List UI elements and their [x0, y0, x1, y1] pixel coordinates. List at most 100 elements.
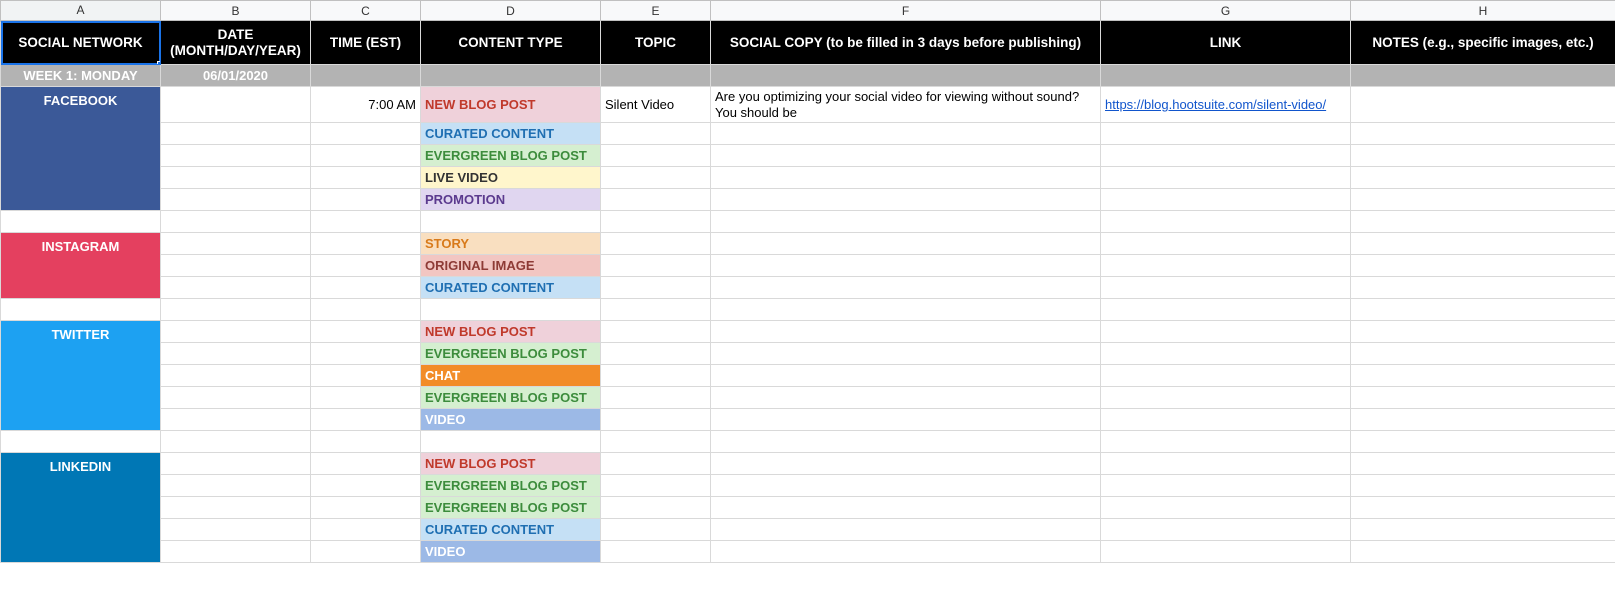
- cell[interactable]: [601, 277, 711, 299]
- cell[interactable]: [311, 65, 421, 87]
- cell[interactable]: [311, 431, 421, 453]
- cell[interactable]: [601, 211, 711, 233]
- table-row[interactable]: VIDEO: [1, 409, 1615, 431]
- cell[interactable]: [1351, 233, 1615, 255]
- cell[interactable]: [711, 387, 1101, 409]
- cell[interactable]: [711, 299, 1101, 321]
- header-date[interactable]: DATE (MONTH/DAY/YEAR): [161, 21, 311, 65]
- col-E[interactable]: E: [601, 1, 711, 21]
- col-G[interactable]: G: [1101, 1, 1351, 21]
- cell[interactable]: [711, 145, 1101, 167]
- cell[interactable]: [1, 211, 161, 233]
- cell[interactable]: [601, 299, 711, 321]
- cell[interactable]: [1101, 189, 1351, 211]
- cell[interactable]: [1351, 123, 1615, 145]
- table-row[interactable]: CURATED CONTENT: [1, 123, 1615, 145]
- cell[interactable]: [421, 299, 601, 321]
- content-type-cell[interactable]: CURATED CONTENT: [421, 123, 601, 145]
- cell[interactable]: [311, 255, 421, 277]
- cell[interactable]: [711, 475, 1101, 497]
- cell[interactable]: [311, 343, 421, 365]
- content-type-cell[interactable]: VIDEO: [421, 409, 601, 431]
- table-row[interactable]: FACEBOOK 7:00 AM NEW BLOG POST Silent Vi…: [1, 87, 1615, 123]
- cell[interactable]: [711, 519, 1101, 541]
- cell[interactable]: [601, 65, 711, 87]
- cell[interactable]: [1351, 255, 1615, 277]
- cell[interactable]: [601, 365, 711, 387]
- cell[interactable]: [161, 387, 311, 409]
- cell[interactable]: [1, 299, 161, 321]
- cell[interactable]: [161, 233, 311, 255]
- cell[interactable]: [711, 167, 1101, 189]
- cell[interactable]: [1351, 343, 1615, 365]
- cell[interactable]: [161, 321, 311, 343]
- cell[interactable]: [711, 453, 1101, 475]
- cell[interactable]: [711, 365, 1101, 387]
- cell[interactable]: [1351, 145, 1615, 167]
- cell[interactable]: [711, 255, 1101, 277]
- cell[interactable]: [311, 409, 421, 431]
- cell[interactable]: [1351, 365, 1615, 387]
- network-twitter[interactable]: TWITTER: [1, 321, 161, 431]
- cell[interactable]: [711, 211, 1101, 233]
- cell-copy[interactable]: Are you optimizing your social video for…: [711, 87, 1101, 123]
- table-row[interactable]: EVERGREEN BLOG POST: [1, 387, 1615, 409]
- cell[interactable]: [1101, 453, 1351, 475]
- network-instagram[interactable]: INSTAGRAM: [1, 233, 161, 299]
- cell[interactable]: [1101, 343, 1351, 365]
- col-D[interactable]: D: [421, 1, 601, 21]
- cell-topic[interactable]: Silent Video: [601, 87, 711, 123]
- link[interactable]: https://blog.hootsuite.com/silent-video/: [1105, 97, 1326, 112]
- cell[interactable]: [1351, 431, 1615, 453]
- cell[interactable]: [1101, 387, 1351, 409]
- cell[interactable]: [1101, 255, 1351, 277]
- cell[interactable]: [311, 189, 421, 211]
- table-row[interactable]: [1, 299, 1615, 321]
- cell[interactable]: [421, 65, 601, 87]
- cell[interactable]: [1101, 475, 1351, 497]
- cell[interactable]: [1351, 387, 1615, 409]
- table-row[interactable]: [1, 431, 1615, 453]
- cell[interactable]: [1351, 475, 1615, 497]
- cell[interactable]: [1351, 453, 1615, 475]
- table-row[interactable]: EVERGREEN BLOG POST: [1, 497, 1615, 519]
- cell[interactable]: [161, 475, 311, 497]
- table-row[interactable]: INSTAGRAM STORY: [1, 233, 1615, 255]
- content-type-cell[interactable]: EVERGREEN BLOG POST: [421, 343, 601, 365]
- cell[interactable]: [1101, 65, 1351, 87]
- content-type-cell[interactable]: VIDEO: [421, 541, 601, 563]
- cell[interactable]: [161, 497, 311, 519]
- cell[interactable]: [161, 211, 311, 233]
- cell[interactable]: [1351, 519, 1615, 541]
- cell[interactable]: [1351, 321, 1615, 343]
- cell[interactable]: [161, 145, 311, 167]
- content-type-cell[interactable]: ORIGINAL IMAGE: [421, 255, 601, 277]
- cell[interactable]: [711, 321, 1101, 343]
- cell[interactable]: [311, 145, 421, 167]
- cell[interactable]: [601, 519, 711, 541]
- cell[interactable]: [1351, 299, 1615, 321]
- header-link[interactable]: LINK: [1101, 21, 1351, 65]
- header-notes[interactable]: NOTES (e.g., specific images, etc.): [1351, 21, 1615, 65]
- content-type-cell[interactable]: CURATED CONTENT: [421, 519, 601, 541]
- cell[interactable]: [601, 453, 711, 475]
- week-label[interactable]: WEEK 1: MONDAY: [1, 65, 161, 87]
- table-row[interactable]: LINKEDIN NEW BLOG POST: [1, 453, 1615, 475]
- cell[interactable]: [311, 475, 421, 497]
- cell[interactable]: [1, 431, 161, 453]
- cell[interactable]: [711, 409, 1101, 431]
- cell[interactable]: [1351, 497, 1615, 519]
- cell[interactable]: [161, 123, 311, 145]
- cell[interactable]: [311, 519, 421, 541]
- selection-handle-icon[interactable]: [157, 61, 161, 65]
- cell[interactable]: [161, 409, 311, 431]
- content-type-cell[interactable]: NEW BLOG POST: [421, 321, 601, 343]
- cell[interactable]: [1101, 431, 1351, 453]
- cell[interactable]: [601, 387, 711, 409]
- cell[interactable]: [1101, 167, 1351, 189]
- cell[interactable]: [1101, 409, 1351, 431]
- cell[interactable]: [161, 453, 311, 475]
- cell-A1-selected[interactable]: SOCIAL NETWORK: [1, 21, 161, 65]
- content-type-cell[interactable]: CURATED CONTENT: [421, 277, 601, 299]
- content-type-cell[interactable]: EVERGREEN BLOG POST: [421, 475, 601, 497]
